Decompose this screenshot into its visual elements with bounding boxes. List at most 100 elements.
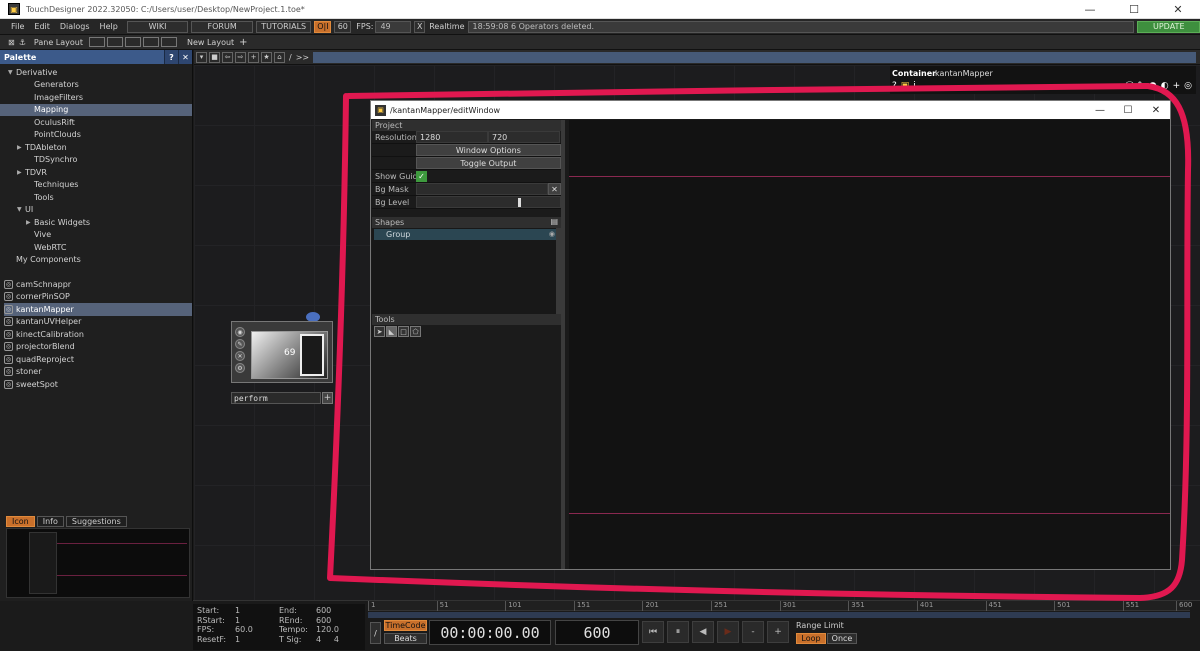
tsig-b-value[interactable]: 4 xyxy=(334,635,339,644)
tree-caret-icon[interactable]: ▶ xyxy=(26,219,34,226)
window-options-button[interactable]: Window Options xyxy=(415,144,561,156)
vertex-tool-icon[interactable]: ◣ xyxy=(386,326,397,337)
stop-icon[interactable]: ■ xyxy=(209,51,220,63)
time-display[interactable]: 00:00:00.00 xyxy=(429,620,551,645)
target-icon[interactable]: ◎ xyxy=(1184,81,1192,91)
mapping-canvas[interactable] xyxy=(569,120,1170,569)
component-list-item[interactable]: ◎ kinectCalibration xyxy=(4,328,192,341)
help-icon[interactable]: ? xyxy=(892,81,897,91)
edit-window-maximize-button[interactable]: ☐ xyxy=(1114,105,1142,116)
edit-window-minimize-button[interactable]: — xyxy=(1086,105,1114,116)
path-breadcrumb[interactable]: >> xyxy=(296,53,309,62)
rectangle-tool-icon[interactable]: □ xyxy=(398,326,409,337)
menu-edit[interactable]: Edit xyxy=(29,22,55,31)
pause-icon[interactable]: ⏸ xyxy=(667,621,689,643)
timeline-ruler[interactable]: 1 51 101 151 201 251 301 351 401 451 501 551 600 xyxy=(368,601,1192,611)
shape-item-group[interactable]: Group ◉ xyxy=(374,229,559,240)
beats-button[interactable]: Beats xyxy=(384,633,427,644)
shapes-scrollbar[interactable] xyxy=(556,228,561,314)
layout-triple-icon[interactable] xyxy=(160,37,177,47)
palette-tree-item[interactable]: ▼ Derivative xyxy=(0,66,192,79)
pane-menu-icon[interactable]: ▾ xyxy=(196,51,207,63)
palette-tree-item[interactable]: ▼ UI xyxy=(0,204,192,217)
bg-mask-clear-button[interactable]: ✕ xyxy=(548,183,561,195)
frame-display[interactable]: 600 xyxy=(555,620,639,645)
fps-set-field[interactable]: 60 xyxy=(334,20,352,33)
edit-window-close-button[interactable]: ✕ xyxy=(1142,105,1170,116)
tree-caret-icon[interactable]: ▼ xyxy=(8,69,16,76)
add-icon[interactable]: + xyxy=(248,51,259,63)
resolution-width-field[interactable]: 1280 xyxy=(416,131,488,143)
component-list-item[interactable]: ◎ stoner xyxy=(4,366,192,379)
bookmark-star-icon[interactable]: ★ xyxy=(261,51,272,63)
add-layout-button[interactable]: + xyxy=(239,37,247,48)
node-wrench-icon[interactable]: ⚙ xyxy=(235,363,245,373)
increment-icon[interactable]: + xyxy=(767,621,789,643)
palette-tree-item[interactable]: Tools xyxy=(0,191,192,204)
show-guide-checkbox[interactable]: ✓ xyxy=(416,170,427,182)
update-button[interactable]: UPDATE xyxy=(1137,20,1200,33)
path-root[interactable]: / xyxy=(289,53,292,62)
bg-level-slider[interactable] xyxy=(415,196,561,208)
tab-info[interactable]: Info xyxy=(36,516,64,527)
maximize-button[interactable]: ☐ xyxy=(1112,0,1156,19)
rend-value[interactable]: 600 xyxy=(316,616,339,626)
component-list-item[interactable]: ◎ camSchnappr xyxy=(4,278,192,291)
info-icon[interactable]: i xyxy=(913,81,916,91)
network-path-field[interactable] xyxy=(313,51,1196,63)
component-list-item[interactable]: ◎ projectorBlend xyxy=(4,341,192,354)
tsig-a-value[interactable]: 4 xyxy=(316,635,321,644)
tutorials-button[interactable]: TUTORIALS xyxy=(255,20,312,33)
polygon-tool-icon[interactable]: ⬠ xyxy=(410,326,421,337)
perform-node[interactable]: ◉ ✎ ✕ ⚙ 69 xyxy=(231,321,333,383)
close-window-button[interactable]: ✕ xyxy=(1156,0,1200,19)
once-button[interactable]: Once xyxy=(827,633,857,644)
forward-icon[interactable]: ⇨ xyxy=(235,51,246,63)
palette-tree-item[interactable]: ▶ TDVR xyxy=(0,166,192,179)
fps-value[interactable]: 60.0 xyxy=(235,625,253,635)
menu-dialogs[interactable]: Dialogs xyxy=(55,22,95,31)
tree-caret-icon[interactable]: ▶ xyxy=(17,144,25,151)
palette-tree-item[interactable]: My Components xyxy=(0,254,192,267)
new-layout-label[interactable]: New Layout xyxy=(187,38,234,47)
node-expand-button[interactable]: + xyxy=(322,392,333,404)
palette-tree-item[interactable]: ImageFilters xyxy=(0,91,192,104)
decrement-icon[interactable]: - xyxy=(742,621,764,643)
node-bypass-icon[interactable]: ✕ xyxy=(235,351,245,361)
component-list-item[interactable]: ◎ kantanUVHelper xyxy=(4,316,192,329)
palette-tree-item[interactable]: WebRTC xyxy=(0,241,192,254)
database-icon[interactable]: ⛁ xyxy=(1126,81,1134,91)
palette-tree-item[interactable]: Vive xyxy=(0,229,192,242)
palette-tree-item[interactable]: Generators xyxy=(0,79,192,92)
layout-split-v-icon[interactable] xyxy=(124,37,141,47)
bg-level-slider-handle[interactable] xyxy=(517,198,521,207)
resetf-value[interactable]: 1 xyxy=(235,635,253,645)
palette-tree-item[interactable]: Techniques xyxy=(0,179,192,192)
menu-help[interactable]: Help xyxy=(95,22,123,31)
home-icon[interactable]: ⌂ xyxy=(274,51,285,63)
component-list-item[interactable]: ◎ sweetSpot xyxy=(4,378,192,391)
realtime-checkbox[interactable]: X xyxy=(414,20,426,33)
pencil-icon[interactable]: ✎ xyxy=(1137,81,1145,91)
container-name[interactable]: kantanMapper xyxy=(935,69,993,78)
wiki-button[interactable]: WIKI xyxy=(126,20,189,33)
timeline-range-bar[interactable] xyxy=(368,612,1190,618)
layout-quad-icon[interactable] xyxy=(142,37,159,47)
anchor-icon[interactable]: ⚓ xyxy=(19,38,26,47)
rewind-icon[interactable]: ⏮ xyxy=(642,621,664,643)
palette-tree-item[interactable]: ▶ TDAbleton xyxy=(0,141,192,154)
forum-button[interactable]: FORUM xyxy=(191,20,253,33)
layout-single-icon[interactable] xyxy=(88,37,105,47)
start-value[interactable]: 1 xyxy=(235,606,253,616)
add-shape-icon[interactable]: ▤ xyxy=(550,217,558,226)
palette-help-button[interactable]: ? xyxy=(164,50,178,64)
palette-tree-item[interactable]: ▶ Basic Widgets xyxy=(0,216,192,229)
component-list-item[interactable]: ◎ kantanMapper xyxy=(4,303,192,316)
comment-icon[interactable]: ● xyxy=(1149,81,1157,91)
end-value[interactable]: 600 xyxy=(316,606,339,616)
layout-split-h-icon[interactable] xyxy=(106,37,123,47)
palette-tree-item[interactable]: PointClouds xyxy=(0,129,192,142)
component-list-item[interactable]: ◎ quadReproject xyxy=(4,353,192,366)
palette-tree-item[interactable]: Mapping xyxy=(0,103,192,116)
python-icon[interactable]: ◐ xyxy=(1161,81,1169,91)
